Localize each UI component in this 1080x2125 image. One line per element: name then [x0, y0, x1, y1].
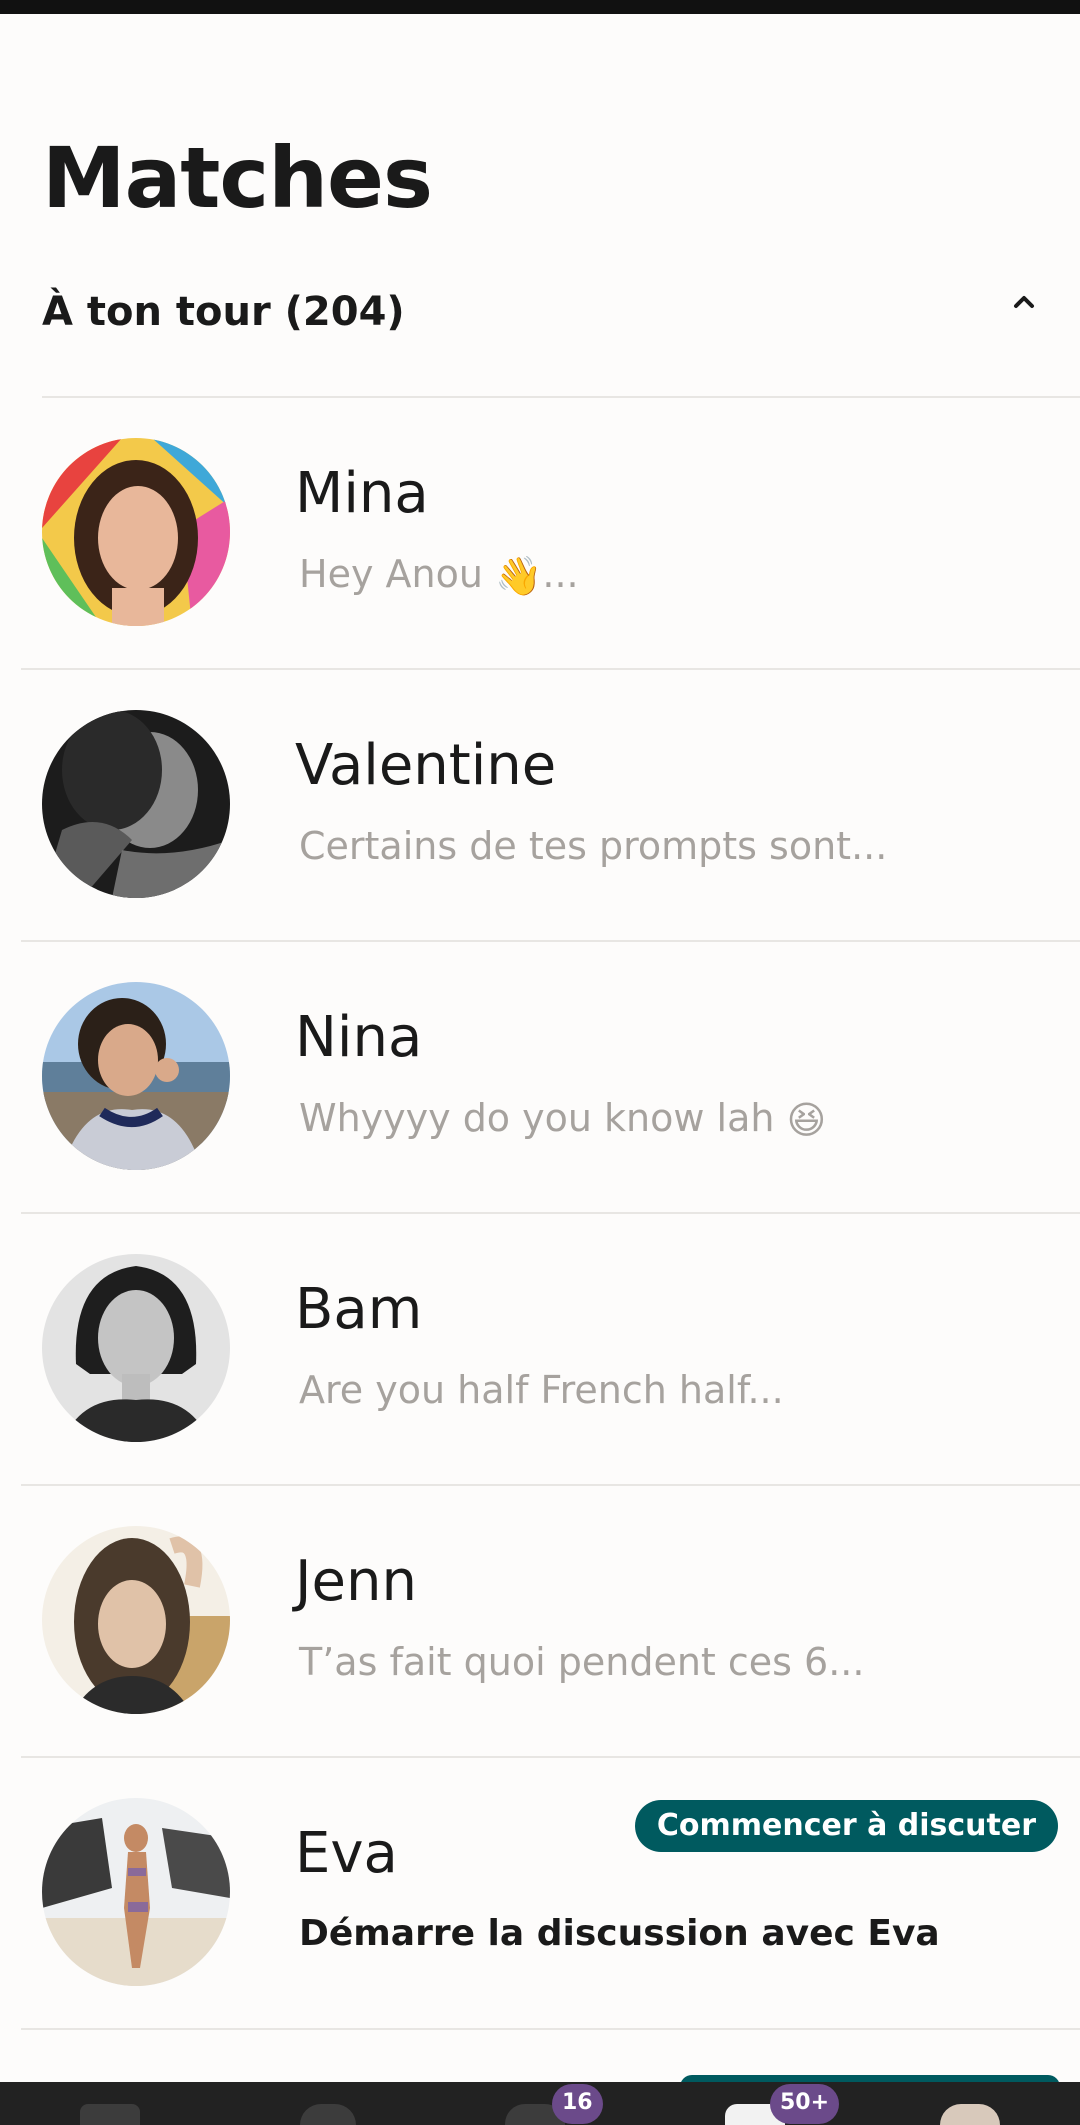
bottom-navigation: 16 50+: [0, 2082, 1080, 2125]
match-row[interactable]: Bam Are you half French half...: [0, 1214, 1080, 1486]
match-name: Mina: [295, 461, 429, 526]
avatar[interactable]: [42, 710, 230, 898]
message-preview: Hey Anou 👋...: [299, 552, 579, 598]
likes-count-badge: 16: [552, 2084, 603, 2124]
avatar[interactable]: [42, 982, 230, 1170]
message-preview: T’as fait quoi pendent ces 6...: [299, 1640, 865, 1684]
chevron-up-icon[interactable]: [1004, 282, 1044, 322]
match-row[interactable]: Valentine Certains de tes prompts sont..…: [0, 670, 1080, 942]
match-row[interactable]: Nina Whyyyy do you know lah 😆: [0, 942, 1080, 1214]
match-name: Nina: [295, 1005, 423, 1070]
match-name: Jenn: [295, 1549, 417, 1614]
section-title: À ton tour (204): [42, 289, 405, 335]
laughing-face-emoji: 😆: [786, 1098, 827, 1142]
message-preview: Certains de tes prompts sont...: [299, 824, 888, 868]
home-icon[interactable]: [80, 2104, 140, 2125]
match-row[interactable]: Eva Démarre la discussion avec Eva Comme…: [0, 1758, 1080, 2030]
start-conversation-prompt: Démarre la discussion avec Eva: [299, 1913, 940, 1954]
avatar[interactable]: [42, 1526, 230, 1714]
avatar[interactable]: [42, 1254, 230, 1442]
match-row[interactable]: Jenn T’as fait quoi pendent ces 6...: [0, 1486, 1080, 1758]
waving-hand-emoji: 👋: [495, 554, 543, 598]
match-list: Mina Hey Anou 👋... Valentine Certains de…: [0, 398, 1080, 2030]
chat-count-badge: 50+: [770, 2084, 840, 2124]
match-name: Eva: [295, 1821, 398, 1886]
section-header-your-turn[interactable]: À ton tour (204): [42, 282, 1042, 342]
match-row[interactable]: Mina Hey Anou 👋...: [0, 398, 1080, 670]
avatar[interactable]: [42, 1798, 230, 1986]
avatar[interactable]: [42, 438, 230, 626]
page-title: Matches: [42, 129, 433, 227]
star-icon[interactable]: [300, 2104, 356, 2125]
message-preview: Are you half French half...: [299, 1368, 784, 1412]
status-bar: [0, 0, 1080, 14]
match-name: Bam: [295, 1277, 423, 1342]
message-preview: Whyyyy do you know lah 😆: [299, 1096, 827, 1142]
match-name: Valentine: [295, 733, 557, 798]
profile-avatar[interactable]: [940, 2104, 1000, 2125]
start-chatting-badge[interactable]: Commencer à discuter: [634, 1800, 1058, 1852]
